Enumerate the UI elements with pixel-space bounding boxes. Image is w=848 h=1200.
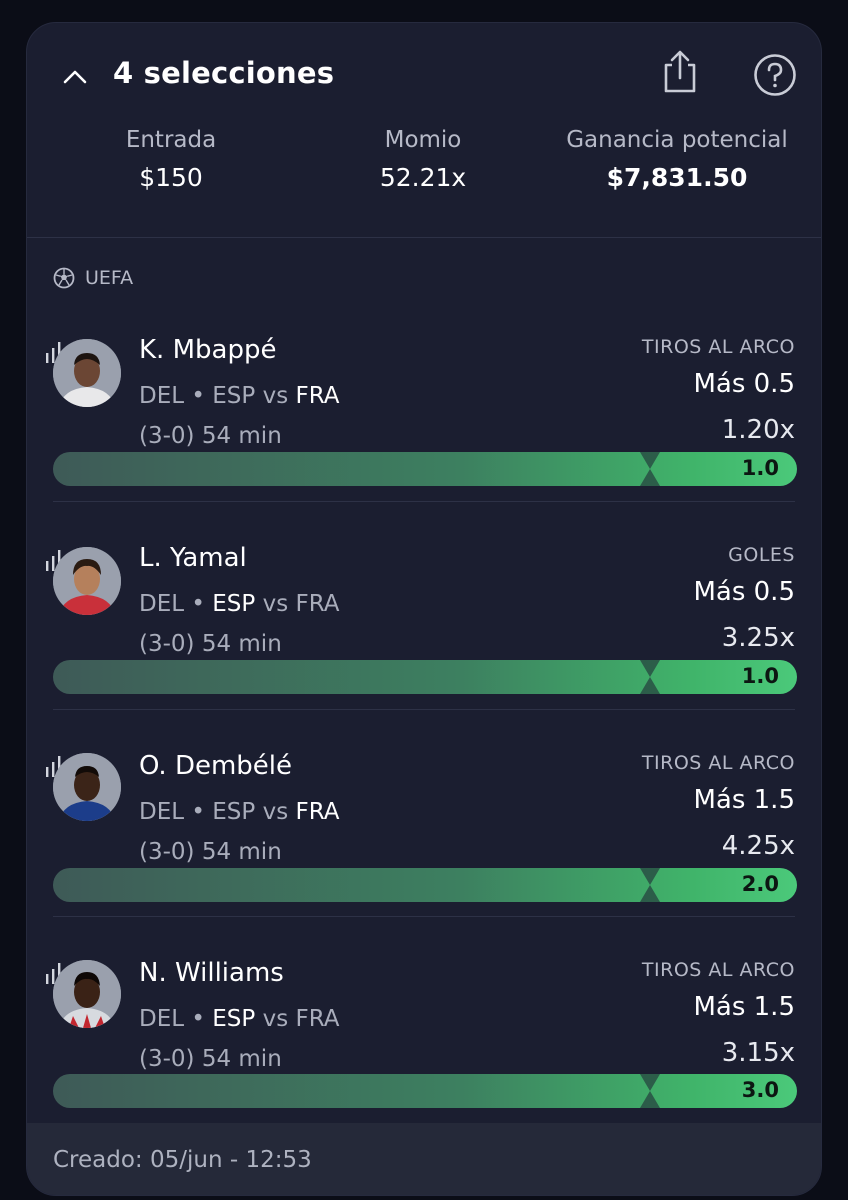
player-position: DEL [139,591,185,617]
team-a: ESP [212,591,256,617]
slip-footer: Creado: 05/jun - 12:53 [27,1123,821,1195]
bet-odds: 1.20x [721,415,795,445]
entrada-label: Entrada [125,127,217,153]
player-name: L. Yamal [139,543,247,573]
momio-column: Momio 52.21x [373,127,473,192]
player-position: DEL [139,383,185,409]
slip-header: 4 selecciones [27,23,821,131]
vs-label: vs [262,1006,289,1032]
pick-card[interactable]: O. Dembélé DEL • ESP vs FRA (3-0) 54 min… [27,709,821,916]
vs-label: vs [262,799,289,825]
vs-label: vs [262,383,289,409]
player-avatar [53,960,121,1028]
player-match-info: DEL • ESP vs FRA [139,799,340,825]
match-score: (3-0) [139,1046,195,1072]
player-avatar [53,547,121,615]
slip-summary: Entrada $150 Momio 52.21x Ganancia poten… [27,127,821,237]
bet-line: Más 0.5 [693,369,795,399]
progress-bar: 1.0 [53,660,797,694]
progress-notch [640,660,660,694]
momio-label: Momio [384,127,462,153]
player-match-info: DEL • ESP vs FRA [139,383,340,409]
match-minute: 54 min [201,631,282,657]
bet-line: Más 0.5 [693,577,795,607]
created-timestamp: Creado: 05/jun - 12:53 [53,1147,312,1173]
progress-notch [640,868,660,902]
progress-bar: 1.0 [53,452,797,486]
ganancia-label: Ganancia potencial [566,127,788,153]
ganancia-column: Ganancia potencial $7,831.50 [557,127,797,192]
team-b: FRA [295,1006,340,1032]
bet-odds: 4.25x [721,831,795,861]
momio-value: 52.21x [379,163,467,192]
chevron-up-icon[interactable] [61,63,89,91]
market-label: TIROS AL ARCO [641,336,795,358]
team-b: FRA [295,591,340,617]
progress-bar: 3.0 [53,1074,797,1108]
pick-divider [53,916,795,917]
help-icon[interactable] [753,53,797,97]
match-status: (3-0) 54 min [139,1046,282,1072]
team-a: ESP [212,1006,256,1032]
player-avatar [53,753,121,821]
ganancia-value: $7,831.50 [606,163,748,192]
slip-title: 4 selecciones [113,56,335,90]
entrada-value: $150 [139,163,203,192]
match-status: (3-0) 54 min [139,423,282,449]
pick-card[interactable]: K. Mbappé DEL • ESP vs FRA (3-0) 54 min … [27,293,821,500]
progress-value: 2.0 [741,872,779,896]
match-status: (3-0) 54 min [139,839,282,865]
share-icon[interactable] [659,49,701,95]
player-match-info: DEL • ESP vs FRA [139,591,340,617]
bet-line: Más 1.5 [693,785,795,815]
pick-card[interactable]: N. Williams DEL • ESP vs FRA (3-0) 54 mi… [27,916,821,1123]
progress-value: 3.0 [741,1078,779,1102]
match-score: (3-0) [139,631,195,657]
soccer-ball-icon [53,267,75,289]
match-minute: 54 min [201,1046,282,1072]
player-name: K. Mbappé [139,335,277,365]
league-header: UEFA [53,267,133,289]
player-name: O. Dembélé [139,751,293,781]
progress-bar: 2.0 [53,868,797,902]
vs-label: vs [262,591,289,617]
bet-odds: 3.25x [721,623,795,653]
progress-value: 1.0 [741,456,779,480]
match-minute: 54 min [201,423,282,449]
pick-divider [53,501,795,502]
player-match-info: DEL • ESP vs FRA [139,1006,340,1032]
player-name: N. Williams [139,958,284,988]
bet-odds: 3.15x [721,1038,795,1068]
team-b: FRA [295,799,340,825]
entrada-column: Entrada $150 [121,127,221,192]
player-avatar [53,339,121,407]
progress-value: 1.0 [741,664,779,688]
team-a: ESP [212,383,256,409]
market-label: GOLES [728,544,795,566]
pick-divider [53,709,795,710]
team-a: ESP [212,799,256,825]
player-position: DEL [139,799,185,825]
player-position: DEL [139,1006,185,1032]
pick-card[interactable]: L. Yamal DEL • ESP vs FRA (3-0) 54 min G… [27,501,821,708]
market-label: TIROS AL ARCO [641,959,795,981]
match-score: (3-0) [139,423,195,449]
progress-notch [640,1074,660,1108]
summary-divider [27,237,821,238]
league-name: UEFA [85,267,134,289]
progress-notch [640,452,660,486]
match-status: (3-0) 54 min [139,631,282,657]
match-score: (3-0) [139,839,195,865]
match-minute: 54 min [201,839,282,865]
team-b: FRA [295,383,340,409]
bet-slip-card: 4 selecciones Entrada $150 Momio 52.21x … [26,22,822,1196]
market-label: TIROS AL ARCO [641,752,795,774]
bet-line: Más 1.5 [693,992,795,1022]
